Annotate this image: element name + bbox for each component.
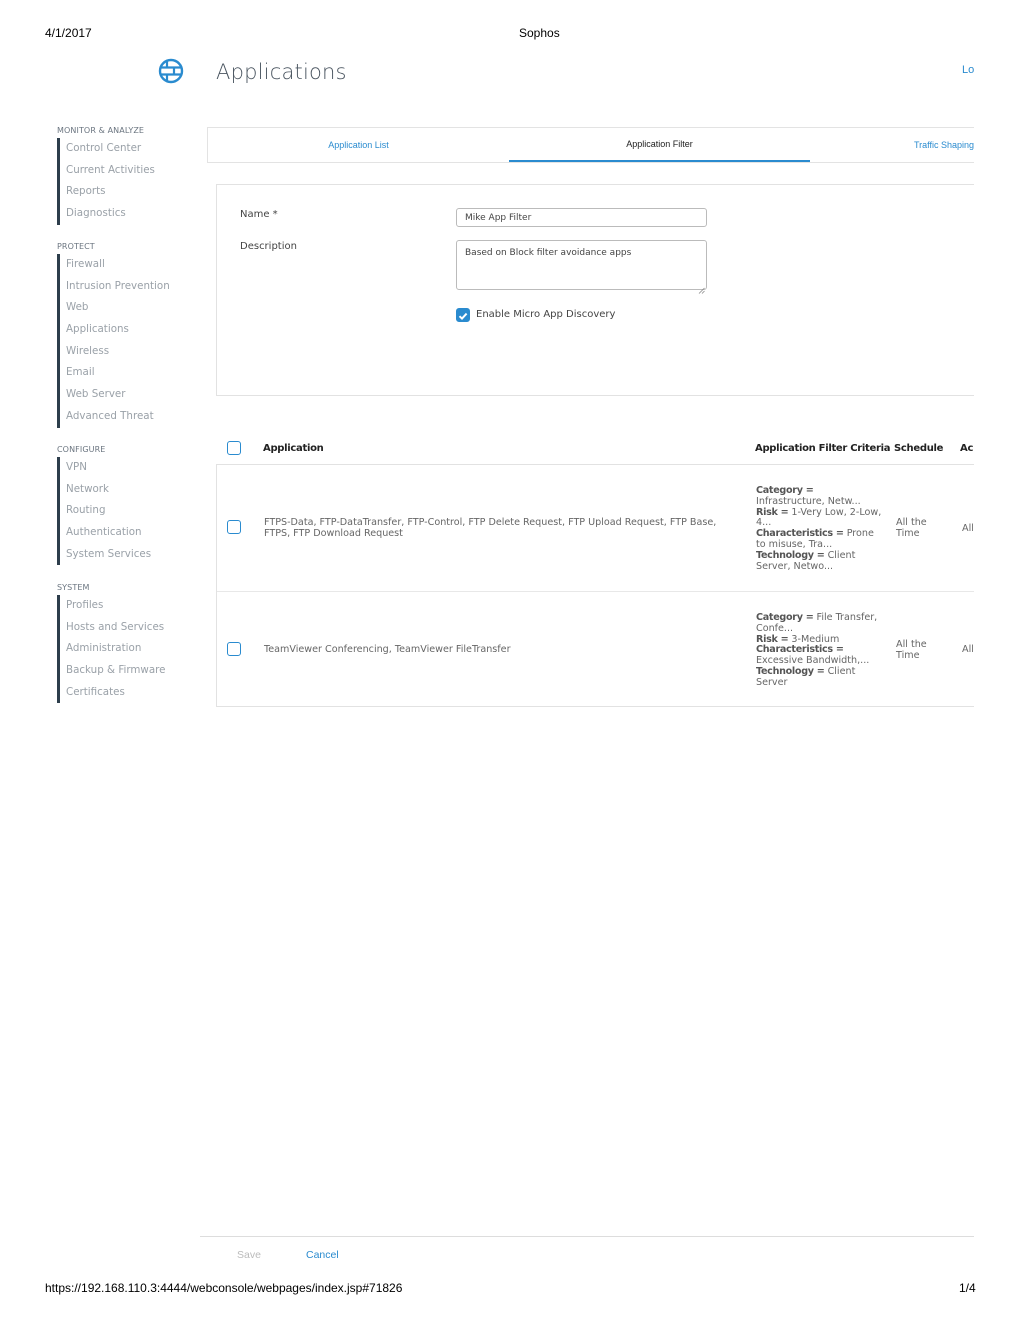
criteria-key: Technology =: [756, 665, 825, 677]
sidebar-item-vpn[interactable]: VPN: [60, 457, 207, 479]
sidebar-item-certificates[interactable]: Certificates: [60, 682, 207, 704]
criteria-key: Risk =: [756, 633, 789, 645]
sidebar-item-backup-firmware[interactable]: Backup & Firmware: [60, 660, 207, 682]
sidebar-item-firewall[interactable]: Firewall: [60, 254, 207, 276]
sidebar-item-network[interactable]: Network: [60, 479, 207, 501]
nav-group-monitor-analyze: MONITOR & ANALYZE Control Center Current…: [57, 126, 207, 225]
sidebar-item-control-center[interactable]: Control Center: [60, 138, 207, 160]
description-label: Description: [240, 241, 297, 252]
criteria-value: 3-Medium: [791, 633, 840, 645]
column-header-action[interactable]: Ac: [960, 443, 974, 454]
sidebar-item-current-activities[interactable]: Current Activities: [60, 160, 207, 182]
nav-group-protect: PROTECT Firewall Intrusion Prevention We…: [57, 242, 207, 428]
checkmark-icon: [458, 312, 468, 321]
criteria-key: Category =: [756, 612, 814, 623]
logout-link[interactable]: Lo: [962, 64, 974, 76]
nav-list: VPN Network Routing Authentication Syste…: [57, 457, 207, 566]
criteria-key: Category =: [756, 485, 814, 496]
sidebar-item-system-services[interactable]: System Services: [60, 544, 207, 566]
sidebar-item-web-server[interactable]: Web Server: [60, 384, 207, 406]
tab-application-filter[interactable]: Application Filter: [509, 128, 810, 162]
criteria-key: Technology =: [756, 549, 825, 561]
print-page-number: 1/4: [959, 1281, 976, 1295]
row-filter-criteria: Category = Infrastructure, Netw... Risk …: [756, 485, 884, 572]
nav-list: Firewall Intrusion Prevention Web Applic…: [57, 254, 207, 428]
micro-app-discovery-label: Enable Micro App Discovery: [476, 309, 616, 320]
column-header-filter-criteria[interactable]: Application Filter Criteria: [755, 443, 891, 454]
sidebar-item-reports[interactable]: Reports: [60, 181, 207, 203]
description-textarea[interactable]: Based on Block filter avoidance apps: [456, 240, 707, 290]
nav-heading: SYSTEM: [57, 583, 90, 592]
cancel-button[interactable]: Cancel: [306, 1249, 339, 1261]
sidebar-item-routing[interactable]: Routing: [60, 500, 207, 522]
page-title: Applications: [216, 60, 347, 84]
criteria-value: Excessive Bandwidth,...: [756, 655, 870, 667]
row-action: All: [962, 523, 974, 534]
sidebar-item-diagnostics[interactable]: Diagnostics: [60, 203, 207, 225]
nav-heading: MONITOR & ANALYZE: [57, 126, 145, 135]
sidebar-item-email[interactable]: Email: [60, 362, 207, 384]
select-all-checkbox[interactable]: [227, 441, 241, 455]
sidebar-item-wireless[interactable]: Wireless: [60, 341, 207, 363]
nav-group-system: SYSTEM Profiles Hosts and Services Admin…: [57, 583, 207, 704]
sidebar-item-advanced-threat[interactable]: Advanced Threat: [60, 406, 207, 428]
sidebar-item-web[interactable]: Web: [60, 297, 207, 319]
resize-grip-icon[interactable]: [698, 281, 705, 294]
row-schedule: All the Time: [896, 517, 927, 539]
column-header-application[interactable]: Application: [263, 443, 324, 454]
nav-heading: PROTECT: [57, 242, 95, 251]
nav-group-configure: CONFIGURE VPN Network Routing Authentica…: [57, 445, 207, 566]
criteria-key: Risk =: [756, 506, 789, 518]
name-label: Name *: [240, 209, 278, 220]
sidebar-item-authentication[interactable]: Authentication: [60, 522, 207, 544]
criteria-key: Characteristics =: [756, 644, 844, 656]
name-input[interactable]: [456, 208, 707, 227]
criteria-value: Infrastructure, Netw...: [756, 495, 861, 507]
print-date: 4/1/2017: [45, 26, 92, 40]
tab-traffic-shaping[interactable]: Traffic Shaping: [810, 128, 974, 162]
sidebar-item-profiles[interactable]: Profiles: [60, 595, 207, 617]
sidebar-item-applications[interactable]: Applications: [60, 319, 207, 341]
row-application: FTPS-Data, FTP-DataTransfer, FTP-Control…: [264, 517, 717, 539]
row-application: TeamViewer Conferencing, TeamViewer File…: [264, 644, 511, 655]
row-schedule: All the Time: [896, 639, 927, 661]
row-checkbox[interactable]: [227, 642, 241, 656]
row-divider: [217, 591, 974, 592]
sidebar-item-hosts-and-services[interactable]: Hosts and Services: [60, 617, 207, 639]
footer-divider: [200, 1236, 974, 1237]
save-button[interactable]: Save: [237, 1249, 261, 1261]
tab-application-list[interactable]: Application List: [208, 128, 509, 162]
column-header-schedule[interactable]: Schedule: [894, 443, 943, 454]
tab-bar: Application List Application Filter Traf…: [207, 127, 974, 163]
row-action: All: [962, 644, 974, 655]
row-checkbox[interactable]: [227, 520, 241, 534]
nav-list: Profiles Hosts and Services Administrati…: [57, 595, 207, 704]
nav-heading: CONFIGURE: [57, 445, 106, 454]
firewall-globe-icon: [158, 58, 184, 84]
sidebar-item-administration[interactable]: Administration: [60, 638, 207, 660]
print-title: Sophos: [519, 26, 560, 40]
criteria-key: Characteristics =: [756, 528, 844, 540]
print-url: https://192.168.110.3:4444/webconsole/we…: [45, 1281, 403, 1295]
micro-app-discovery-checkbox[interactable]: [456, 308, 470, 322]
nav-list: Control Center Current Activities Report…: [57, 138, 207, 225]
sidebar-item-intrusion-prevention[interactable]: Intrusion Prevention: [60, 276, 207, 298]
row-filter-criteria: Category = File Transfer, Confe... Risk …: [756, 612, 884, 689]
